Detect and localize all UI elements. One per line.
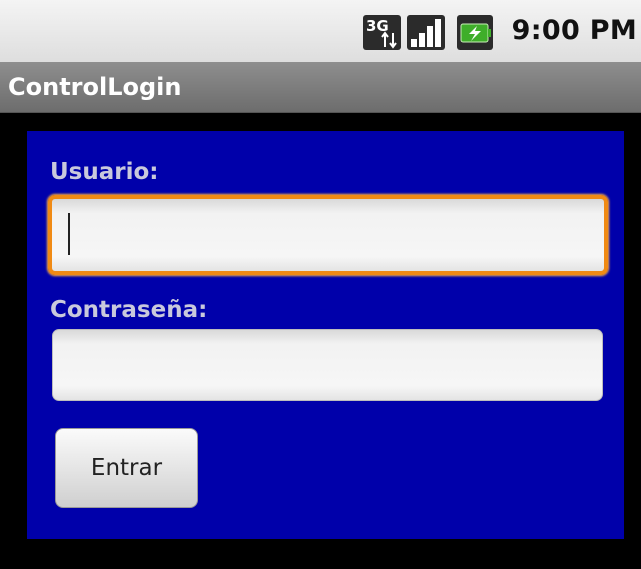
signal-icon bbox=[407, 15, 445, 50]
status-time: 9:00 PM bbox=[511, 15, 637, 46]
title-bar: ControlLogin bbox=[0, 62, 641, 113]
login-form: Usuario: Contraseña: Entrar bbox=[27, 131, 624, 539]
submit-button[interactable]: Entrar bbox=[55, 428, 198, 508]
app-title: ControlLogin bbox=[8, 73, 182, 101]
password-label: Contraseña: bbox=[50, 297, 208, 323]
password-field[interactable] bbox=[52, 329, 603, 401]
username-label: Usuario: bbox=[50, 159, 159, 185]
battery-charging-icon bbox=[457, 15, 493, 50]
3g-icon: 3G bbox=[363, 15, 401, 50]
phone-screen: 3G 9:00 PM ControlLogin Usuario: Contras… bbox=[0, 0, 641, 569]
username-field[interactable] bbox=[48, 195, 608, 275]
status-bar: 3G 9:00 PM bbox=[0, 0, 641, 62]
text-cursor bbox=[68, 213, 70, 255]
